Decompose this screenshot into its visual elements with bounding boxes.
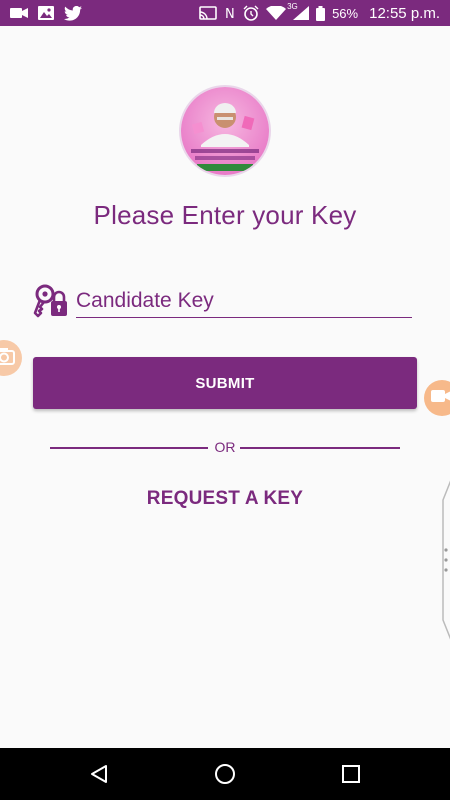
- network-type: 3G: [287, 2, 298, 11]
- wifi-icon: [266, 6, 287, 20]
- twitter-icon: [64, 5, 82, 21]
- battery-icon: [316, 5, 326, 21]
- divider-line-right: [240, 447, 400, 449]
- svg-text:N: N: [225, 7, 235, 20]
- cast-icon: [199, 6, 217, 20]
- alarm-icon: [243, 5, 259, 21]
- signal-icon: 3G: [287, 2, 310, 20]
- key-lock-icon: [33, 283, 71, 321]
- video-icon: [10, 7, 28, 19]
- navigation-bar: [0, 748, 450, 800]
- submit-button[interactable]: SUBMIT: [33, 357, 417, 409]
- camera-icon: [0, 347, 15, 370]
- recents-icon[interactable]: [339, 762, 363, 786]
- or-divider: OR: [50, 437, 400, 457]
- image-icon: [38, 6, 54, 20]
- back-icon[interactable]: [87, 762, 111, 786]
- video-record-icon: [431, 389, 450, 408]
- clock: 12:55 p.m.: [369, 4, 440, 22]
- request-key-link[interactable]: REQUEST A KEY: [0, 488, 450, 510]
- floating-video-button[interactable]: [424, 380, 450, 416]
- edge-panel-handle[interactable]: [441, 480, 450, 640]
- floating-camera-button[interactable]: [0, 340, 22, 376]
- page-title: Please Enter your Key: [93, 200, 357, 230]
- nfc-icon: N: [224, 6, 236, 20]
- candidate-key-input[interactable]: [76, 285, 412, 318]
- battery-percentage: 56%: [332, 5, 359, 21]
- home-icon[interactable]: [213, 762, 237, 786]
- status-bar: N 3G 56% 12:55 p.m.: [0, 0, 450, 26]
- logo-portrait-icon: [181, 87, 269, 175]
